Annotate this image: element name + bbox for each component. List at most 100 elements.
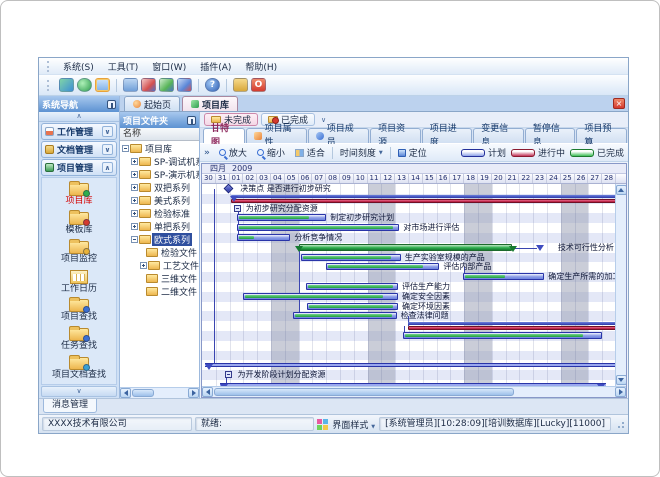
chevron-icon[interactable]: ∨ [102, 126, 113, 137]
detail-tab-1[interactable]: 项目属性 [246, 128, 307, 143]
nav-item-0[interactable]: 项目库 [42, 180, 116, 209]
menu-item-3[interactable]: 插件(A) [193, 58, 238, 75]
help-icon[interactable]: ? [205, 78, 220, 92]
tree-row-7[interactable]: 欧式系列 [120, 233, 199, 246]
detail-tab-6[interactable]: 暂停信息 [525, 128, 576, 143]
active-bar[interactable] [231, 199, 623, 203]
collapse-icon[interactable] [131, 236, 138, 243]
nav-more-button[interactable]: ∨ [41, 386, 117, 397]
tree-horizontal-scrollbar[interactable] [120, 387, 199, 398]
nav-item-2[interactable]: 项目监控 [42, 238, 116, 267]
task-bar[interactable] [237, 234, 291, 241]
report-red-icon[interactable] [141, 78, 156, 92]
scroll-up-button[interactable] [616, 185, 627, 195]
plan-line[interactable] [408, 322, 623, 325]
expand-icon[interactable] [131, 197, 138, 204]
pin-icon[interactable] [187, 116, 196, 125]
detail-tab-0[interactable]: 甘特图 [203, 128, 245, 143]
active-bar[interactable] [408, 326, 623, 330]
detail-tab-5[interactable]: 变更信息 [473, 128, 524, 143]
zoom-in-button[interactable]: 放大 [216, 145, 250, 160]
task-bar[interactable] [403, 332, 602, 339]
task-bar[interactable] [306, 283, 398, 290]
pin-icon[interactable] [107, 100, 116, 109]
menu-item-2[interactable]: 窗口(W) [145, 58, 193, 75]
tree-row-0[interactable]: 项目库 [120, 142, 199, 155]
report-blue-icon[interactable] [177, 78, 192, 92]
tree-row-8[interactable]: 检验文件 [120, 246, 199, 259]
collapse-icon[interactable] [122, 145, 129, 152]
fit-button[interactable]: 适合 [292, 145, 328, 160]
tree-row-10[interactable]: 三维文件 [120, 272, 199, 285]
gantt-vertical-scrollbar[interactable] [615, 184, 626, 386]
chevron-icon[interactable]: ∨ [102, 144, 113, 155]
tree-row-9[interactable]: 工艺文件 [120, 259, 199, 272]
scroll-thumb[interactable] [132, 389, 154, 397]
summary-bar-complete[interactable] [299, 244, 513, 251]
nav-collapse-button[interactable]: ∧ [39, 112, 119, 122]
scroll-right-button[interactable] [615, 387, 626, 397]
tree-row-6[interactable]: 单把系列 [120, 220, 199, 233]
tree-row-2[interactable]: SP-演示机系列 [120, 168, 199, 181]
summary-marker[interactable] [225, 371, 232, 378]
nav-item-1[interactable]: 模板库 [42, 209, 116, 238]
plan-line[interactable] [231, 195, 623, 198]
expand-icon[interactable] [131, 184, 138, 191]
task-bar[interactable] [463, 273, 544, 280]
expand-icon[interactable] [140, 262, 147, 269]
scroll-down-button[interactable] [616, 375, 627, 385]
nav-item-4[interactable]: 项目查找 [42, 296, 116, 325]
open-folder-icon[interactable] [95, 78, 110, 92]
tree-row-3[interactable]: 双把系列 [120, 181, 199, 194]
tab-项目库[interactable]: 项目库 [182, 96, 238, 111]
toolbar-overflow-icon[interactable]: » [204, 148, 210, 158]
report-green-icon[interactable] [159, 78, 174, 92]
tab-起始页[interactable]: 起始页 [124, 96, 180, 111]
tree-row-11[interactable]: 二维文件 [120, 285, 199, 298]
milestone-diamond[interactable] [224, 184, 234, 193]
gantt-horizontal-scrollbar[interactable] [202, 386, 626, 397]
nav-item-3[interactable]: 工作日历 [42, 267, 116, 296]
summary-marker[interactable] [234, 205, 241, 212]
nav-section-1[interactable]: 文档管理∨ [41, 141, 117, 158]
zoom-out-button[interactable]: 缩小 [254, 145, 288, 160]
toolbar-grip-handle[interactable] [47, 80, 50, 91]
menu-item-0[interactable]: 系统(S) [56, 58, 101, 75]
timescale-dropdown[interactable]: 时间刻度▼ [337, 145, 386, 160]
ui-style-dropdown[interactable]: 界面样式 ▼ [332, 418, 375, 431]
task-bar[interactable] [293, 312, 397, 319]
task-bar[interactable] [237, 214, 327, 221]
phase-summary-bar[interactable] [220, 383, 606, 386]
detail-tab-4[interactable]: 项目进度 [422, 128, 473, 143]
detail-tab-7[interactable]: 项目预算 [576, 128, 627, 143]
task-bar[interactable] [307, 303, 398, 310]
gantt-panel-icon[interactable] [123, 78, 138, 92]
close-tab-button[interactable]: × [613, 98, 625, 109]
tree-column-header[interactable]: 名称 [120, 128, 199, 141]
nav-item-6[interactable]: 项目文档查找 [42, 354, 116, 383]
expand-icon[interactable] [131, 158, 138, 165]
menu-item-1[interactable]: 工具(T) [101, 58, 146, 75]
tree-row-1[interactable]: SP-调试机系列 [120, 155, 199, 168]
message-management-tab[interactable]: 消息管理 [43, 399, 97, 413]
task-bar[interactable] [243, 293, 398, 300]
task-bar[interactable] [237, 224, 400, 231]
expand-icon[interactable] [131, 223, 138, 230]
menu-item-4[interactable]: 帮助(H) [238, 58, 284, 75]
scroll-left-button[interactable] [120, 388, 131, 398]
scroll-left-button[interactable] [202, 387, 213, 397]
nav-section-0[interactable]: 工作管理∨ [41, 123, 117, 140]
tree-row-4[interactable]: 美式系列 [120, 194, 199, 207]
nav-section-2[interactable]: 项目管理∧ [41, 159, 117, 176]
logout-icon[interactable]: O [251, 78, 266, 92]
scroll-right-button[interactable] [188, 388, 199, 398]
detail-tab-2[interactable]: 项目成员 [308, 128, 369, 143]
expand-icon[interactable] [131, 210, 138, 217]
detail-tab-3[interactable]: 项目资源 [370, 128, 421, 143]
nav-item-5[interactable]: 任务查找 [42, 325, 116, 354]
chevron-icon[interactable]: ∧ [102, 162, 113, 173]
expand-icon[interactable] [131, 171, 138, 178]
task-bar[interactable] [326, 263, 439, 270]
lock-icon[interactable] [233, 78, 248, 92]
resize-grip[interactable] [615, 419, 625, 429]
